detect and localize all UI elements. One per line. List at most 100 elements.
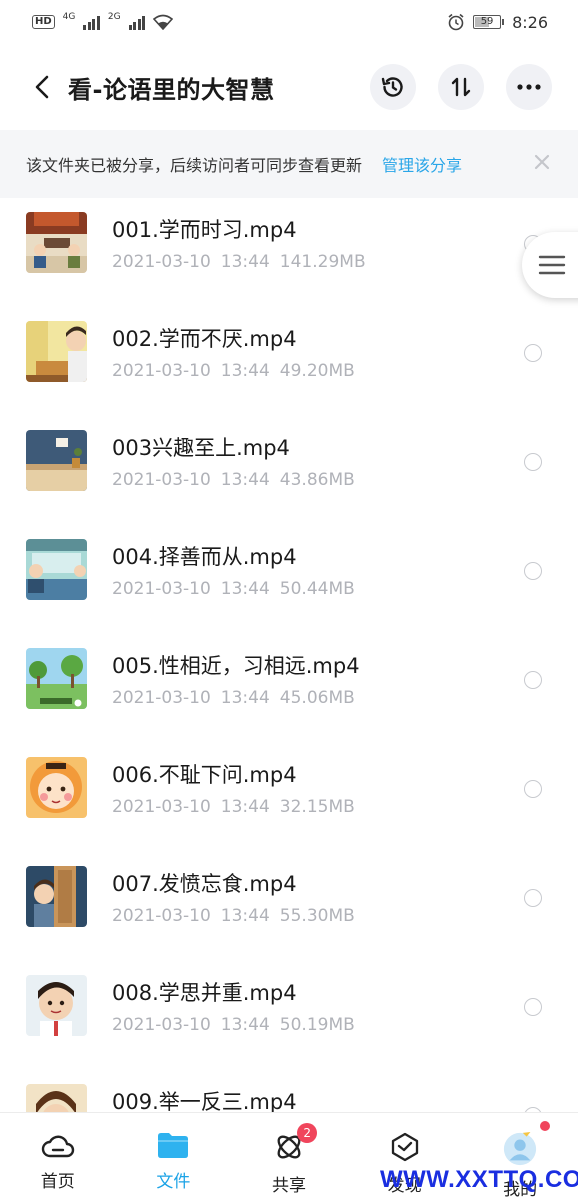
notification-dot (539, 1121, 550, 1131)
file-size: 32.15MB (279, 797, 355, 817)
file-date: 2021-03-10 (112, 797, 211, 817)
list-item[interactable]: 001.学而时习.mp4 2021-03-10 13:44 141.29MB (0, 198, 578, 307)
file-name: 002.学而不厌.mp4 (112, 327, 297, 351)
file-size: 55.30MB (279, 906, 355, 926)
file-name: 006.不耻下问.mp4 (112, 763, 297, 787)
video-thumbnail (26, 1084, 87, 1112)
file-time: 13:44 (220, 906, 270, 926)
select-radio[interactable] (524, 889, 542, 907)
file-name: 007.发愤忘食.mp4 (112, 872, 297, 896)
file-meta: 2021-03-10 13:44 43.86MB (112, 470, 355, 490)
more-button[interactable] (506, 64, 552, 110)
file-meta: 2021-03-10 13:44 45.06MB (112, 688, 355, 708)
select-radio[interactable] (524, 344, 542, 362)
file-size: 43.86MB (279, 470, 355, 490)
video-thumbnail (26, 212, 87, 273)
wifi-icon (153, 14, 174, 30)
nav-home[interactable]: 首页 (0, 1113, 116, 1200)
list-item[interactable]: 002.学而不厌.mp4 2021-03-10 13:44 49.20MB (0, 307, 578, 416)
sort-icon (451, 77, 471, 97)
select-radio[interactable] (524, 998, 542, 1016)
folder-icon (158, 1133, 189, 1158)
status-bar: HD 4G 2G 59 8:26 (0, 0, 578, 44)
list-item[interactable]: 008.学思并重.mp4 2021-03-10 13:44 50.19MB (0, 961, 578, 1070)
file-time: 13:44 (220, 252, 270, 272)
close-icon[interactable] (532, 152, 552, 172)
file-size: 49.20MB (279, 361, 355, 381)
nav-share[interactable]: 共享 2 (231, 1113, 347, 1200)
status-left: HD 4G 2G (32, 12, 174, 30)
file-meta: 2021-03-10 13:44 50.19MB (112, 1015, 355, 1035)
manage-share-link[interactable]: 管理该分享 (382, 152, 462, 176)
file-meta: 2021-03-10 13:44 50.44MB (112, 579, 355, 599)
battery-icon: 59 (473, 15, 505, 29)
video-thumbnail (26, 757, 87, 818)
file-meta: 2021-03-10 13:44 32.15MB (112, 797, 355, 817)
list-item[interactable]: 009.举一反三.mp4 (0, 1070, 578, 1112)
file-list: 001.学而时习.mp4 2021-03-10 13:44 141.29MB 002… (0, 198, 578, 1112)
menu-icon (538, 255, 566, 275)
file-name: 004.择善而从.mp4 (112, 545, 297, 569)
cloud-icon (41, 1135, 74, 1158)
cube-icon (391, 1132, 418, 1162)
file-meta: 2021-03-10 13:44 55.30MB (112, 906, 355, 926)
list-item[interactable]: 006.不耻下问.mp4 2021-03-10 13:44 32.15MB (0, 743, 578, 852)
nav-label: 文件 (156, 1172, 191, 1192)
file-date: 2021-03-10 (112, 470, 211, 490)
file-meta: 2021-03-10 13:44 49.20MB (112, 361, 355, 381)
back-button[interactable] (22, 67, 62, 107)
list-item[interactable]: 007.发愤忘食.mp4 2021-03-10 13:44 55.30MB (0, 852, 578, 961)
select-radio[interactable] (524, 562, 542, 580)
video-thumbnail (26, 430, 87, 491)
file-size: 45.06MB (279, 688, 355, 708)
alarm-icon (448, 13, 464, 31)
nav-label: 共享 (271, 1176, 306, 1196)
file-date: 2021-03-10 (112, 361, 211, 381)
file-name: 003兴趣至上.mp4 (112, 436, 290, 460)
video-thumbnail (26, 321, 87, 382)
select-radio[interactable] (524, 453, 542, 471)
file-name: 005.性相近，习相远.mp4 (112, 654, 360, 678)
sort-button[interactable] (438, 64, 484, 110)
file-date: 2021-03-10 (112, 906, 211, 926)
file-time: 13:44 (220, 797, 270, 817)
file-size: 50.44MB (279, 579, 355, 599)
share-banner-text: 该文件夹已被分享，后续访问者可同步查看更新 (26, 156, 363, 175)
video-thumbnail (26, 539, 87, 600)
file-size: 141.29MB (279, 252, 366, 272)
file-name: 001.学而时习.mp4 (112, 218, 297, 242)
signal-icon-2 (128, 14, 146, 30)
select-radio[interactable] (524, 671, 542, 689)
avatar-icon (504, 1131, 537, 1166)
file-meta: 2021-03-10 13:44 141.29MB (112, 252, 366, 272)
chevron-left-icon (35, 75, 49, 99)
file-name: 009.举一反三.mp4 (112, 1090, 297, 1112)
list-item[interactable]: 005.性相近，习相远.mp4 2021-03-10 13:44 45.06MB (0, 634, 578, 743)
nav-files[interactable]: 文件 (116, 1113, 232, 1200)
file-name: 008.学思并重.mp4 (112, 981, 297, 1005)
header: 看-论语里的大智慧 (0, 44, 578, 130)
list-item[interactable]: 003兴趣至上.mp4 2021-03-10 13:44 43.86MB (0, 416, 578, 525)
signal-icon (83, 14, 100, 30)
file-time: 13:44 (220, 579, 270, 599)
list-item[interactable]: 004.择善而从.mp4 2021-03-10 13:44 50.44MB (0, 525, 578, 634)
status-right: 59 8:26 (447, 13, 548, 32)
page-title: 看-论语里的大智慧 (68, 75, 275, 104)
network-type-1: 4G (62, 12, 76, 22)
watermark: WWW.XXTTQ.COM (380, 1166, 578, 1193)
select-radio[interactable] (524, 780, 542, 798)
hd-icon: HD (32, 15, 55, 29)
file-time: 13:44 (220, 470, 270, 490)
history-icon (381, 77, 403, 97)
nav-label: 首页 (40, 1172, 75, 1192)
file-time: 13:44 (220, 361, 270, 381)
file-date: 2021-03-10 (112, 1015, 211, 1035)
video-thumbnail (26, 866, 87, 927)
notification-badge: 2 (297, 1123, 318, 1143)
video-thumbnail (26, 648, 87, 709)
file-time: 13:44 (220, 1015, 270, 1035)
history-button[interactable] (370, 64, 416, 110)
header-actions (370, 64, 552, 110)
file-size: 50.19MB (279, 1015, 355, 1035)
share-banner: 该文件夹已被分享，后续访问者可同步查看更新 管理该分享 (0, 130, 578, 198)
